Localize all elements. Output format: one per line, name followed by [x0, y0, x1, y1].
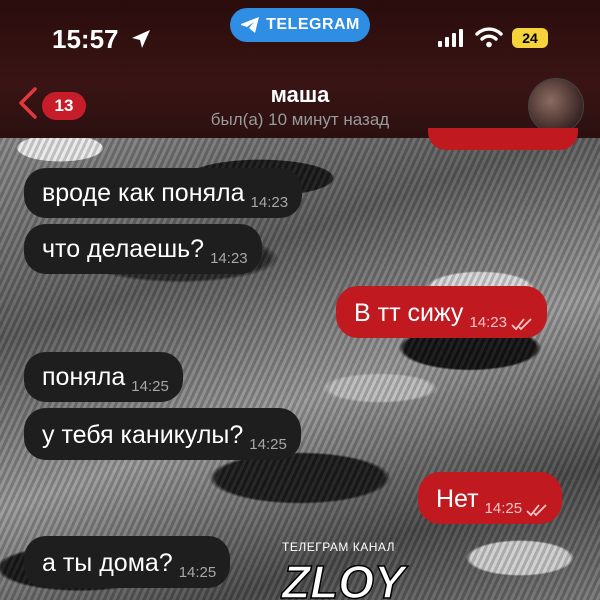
message-text: у тебя каникулы?	[42, 421, 244, 449]
wifi-icon	[475, 27, 503, 48]
message-incoming[interactable]: что делаешь? 14:23	[24, 224, 262, 274]
message-text: вроде как поняла	[42, 179, 245, 207]
message-time: 14:25	[249, 436, 287, 453]
status-time: 15:57	[52, 24, 119, 54]
message-text: что делаешь?	[42, 235, 205, 263]
message-text: Нет	[436, 485, 479, 513]
location-arrow-icon	[132, 30, 150, 48]
message-time: 14:25	[131, 378, 169, 395]
message-time: 14:23	[210, 250, 248, 267]
message-incoming[interactable]: поняла 14:25	[24, 352, 183, 402]
read-checkmarks-icon	[511, 318, 532, 331]
message-time: 14:25	[178, 564, 217, 581]
message-text: В тт сижу	[354, 299, 464, 327]
chat-title[interactable]: маша	[0, 82, 600, 108]
cellular-signal-icon	[438, 29, 463, 47]
contact-avatar[interactable]	[528, 78, 584, 134]
message-outgoing[interactable]: В тт сижу 14:23	[336, 286, 547, 338]
message-incoming[interactable]: вроде как поняла 14:23	[24, 168, 303, 218]
svg-text:ZLOY: ZLOY	[280, 556, 409, 600]
message-text: поняла	[42, 363, 126, 391]
previous-outgoing-message[interactable]	[428, 128, 578, 150]
battery-level: 24	[522, 30, 538, 46]
telegram-plane-icon	[241, 17, 260, 33]
message-outgoing[interactable]: Нет 14:25	[418, 472, 563, 524]
message-incoming[interactable]: а ты дома? 14:25	[24, 536, 231, 588]
watermark-logo: ZLOY	[280, 555, 410, 600]
chat-last-seen: был(а) 10 минут назад	[210, 110, 390, 129]
chat-header: 15:57 TELEGRAM 24 13 маша был(а) 10 мину…	[0, 0, 600, 138]
message-time: 14:23	[250, 194, 289, 211]
battery-indicator: 24	[512, 28, 548, 48]
message-time: 14:23	[469, 314, 507, 331]
message-time: 14:25	[484, 500, 523, 517]
message-incoming[interactable]: у тебя каникулы? 14:25	[24, 408, 301, 460]
telegram-pill[interactable]: TELEGRAM	[230, 8, 370, 42]
message-text: а ты дома?	[42, 549, 173, 577]
telegram-pill-label: TELEGRAM	[266, 16, 360, 33]
read-checkmarks-icon	[526, 504, 547, 517]
